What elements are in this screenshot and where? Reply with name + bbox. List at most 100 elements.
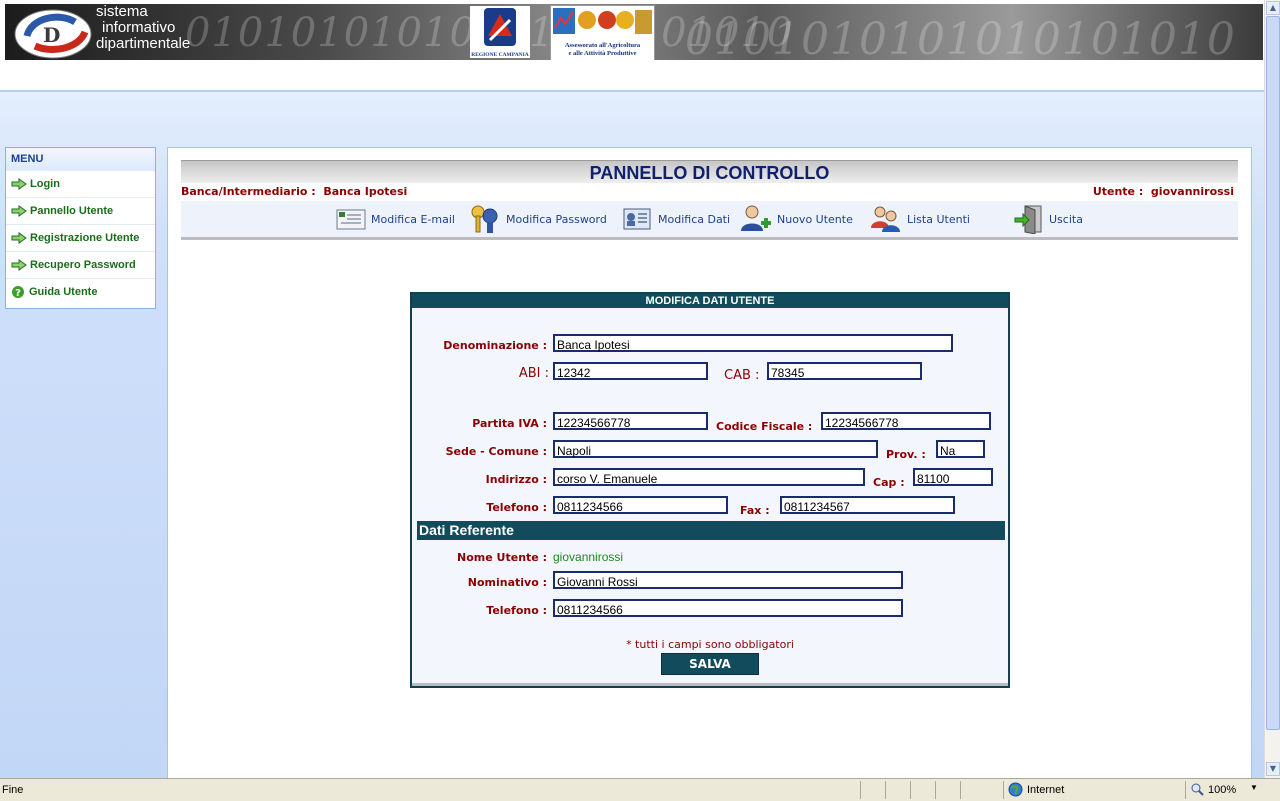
toolbar-modifica-password[interactable]: Modifica Password xyxy=(468,205,607,233)
arrow-right-icon xyxy=(11,259,27,271)
exit-door-icon xyxy=(1014,205,1042,234)
users-icon xyxy=(871,206,900,232)
menu-item-recupero-password[interactable]: Recupero Password xyxy=(6,251,155,278)
denominazione-input[interactable]: Banca Ipotesi xyxy=(553,334,953,352)
toolbar-label: Modifica E-mail xyxy=(371,212,455,226)
arrow-right-icon xyxy=(11,205,27,217)
abi-input[interactable]: 12342 xyxy=(553,362,708,380)
bank-label: Banca/Intermediario : xyxy=(181,185,316,198)
cap-label: Cap : xyxy=(873,476,905,489)
sede-comune-label: Sede - Comune : xyxy=(445,445,547,458)
arrow-right-icon xyxy=(11,178,27,190)
panel-footer-rule xyxy=(412,683,1008,686)
brand-line-3: dipartimentale xyxy=(96,35,191,52)
status-divider xyxy=(910,781,911,799)
status-divider xyxy=(935,781,936,799)
zoom-dropdown-icon[interactable]: ▼ xyxy=(1250,783,1258,792)
svg-text:D: D xyxy=(43,23,60,47)
id-card-icon xyxy=(623,208,651,230)
status-divider xyxy=(960,781,961,799)
scroll-down-icon[interactable]: ▼ xyxy=(1266,762,1280,776)
prov-input[interactable]: Na xyxy=(936,440,985,458)
toolbar-lista-utenti[interactable]: Lista Utenti xyxy=(869,205,970,233)
cab-input[interactable]: 78345 xyxy=(767,362,922,380)
abi-label: ABI : xyxy=(518,366,549,381)
modifica-dati-panel: MODIFICA DATI UTENTE Denominazione : Ban… xyxy=(410,292,1010,688)
partita-iva-label: Partita IVA : xyxy=(472,417,547,430)
sid-logo-icon: D xyxy=(14,9,92,59)
zone-text: Internet xyxy=(1027,784,1065,796)
zoom-level[interactable]: 100% xyxy=(1208,784,1236,796)
header-spacer xyxy=(0,60,1264,90)
telefono-input[interactable]: 0811234566 xyxy=(553,496,728,514)
codice-fiscale-input[interactable]: 12234566778 xyxy=(821,412,991,430)
menu-title: MENU xyxy=(6,148,155,170)
toolbar-uscita[interactable]: Uscita xyxy=(1013,205,1083,234)
toolbar-label: Uscita xyxy=(1049,212,1083,226)
fax-label: Fax : xyxy=(740,504,770,517)
sidebar-menu: MENU Login Pannello Utente Registrazione… xyxy=(5,147,156,309)
status-divider xyxy=(1003,781,1004,799)
info-bar: Banca/Intermediario : Banca Ipotesi Uten… xyxy=(181,184,1238,200)
campania-emblem-icon xyxy=(484,8,516,46)
nome-utente-label: Nome Utente : xyxy=(457,551,547,564)
nominativo-input[interactable]: Giovanni Rossi xyxy=(553,571,903,589)
control-toolbar: Modifica E-mail Modifica Password Modifi… xyxy=(181,201,1238,240)
scrollbar-thumb[interactable] xyxy=(1266,16,1280,730)
codice-fiscale-label: Codice Fiscale : xyxy=(716,420,813,433)
section-dati-referente: Dati Referente xyxy=(417,521,1005,540)
menu-item-guida-utente[interactable]: ? Guida Utente xyxy=(6,278,155,305)
toolbar-modifica-dati[interactable]: Modifica Dati xyxy=(622,205,730,233)
assessorato-emblem-icon xyxy=(553,8,652,34)
toolbar-label: Nuovo Utente xyxy=(777,212,853,226)
region-label: REGIONE CAMPANIA xyxy=(471,52,529,58)
telefono-referente-input[interactable]: 0811234566 xyxy=(553,599,903,617)
sede-comune-input[interactable]: Napoli xyxy=(553,440,878,458)
prov-label: Prov. : xyxy=(886,448,926,461)
partita-iva-input[interactable]: 12234566778 xyxy=(553,412,708,430)
menu-item-label: Pannello Utente xyxy=(30,205,114,217)
fax-input[interactable]: 0811234567 xyxy=(780,496,955,514)
menu-item-login[interactable]: Login xyxy=(6,170,155,197)
status-divider xyxy=(885,781,886,799)
browser-status-bar: Fine Internet 100% ▼ xyxy=(0,778,1280,801)
toolbar-label: Lista Utenti xyxy=(907,212,970,226)
brand-line-2: informativo xyxy=(102,19,176,36)
email-icon xyxy=(336,209,366,230)
indirizzo-input[interactable]: corso V. Emanuele xyxy=(553,468,865,486)
regione-campania-logo: REGIONE CAMPANIA xyxy=(470,6,530,58)
brand-text: sistema informativo dipartimentale xyxy=(96,4,190,52)
menu-item-registrazione-utente[interactable]: Registrazione Utente xyxy=(6,224,155,251)
save-button[interactable]: SALVA xyxy=(661,653,759,675)
help-icon: ? xyxy=(12,286,24,299)
add-user-icon xyxy=(741,205,771,231)
scroll-up-icon[interactable]: ▲ xyxy=(1266,1,1280,15)
status-text: Fine xyxy=(2,784,24,796)
site-header: 01010101010101010101010 0101010101010101… xyxy=(5,4,1263,60)
indirizzo-label: Indirizzo : xyxy=(485,473,547,486)
menu-item-pannello-utente[interactable]: Pannello Utente xyxy=(6,197,155,224)
main-content: PANNELLO DI CONTROLLO Banca/Intermediari… xyxy=(167,147,1252,778)
status-divider xyxy=(860,781,861,799)
bank-info: Banca/Intermediario : Banca Ipotesi xyxy=(181,184,407,200)
required-fields-note: * tutti i campi sono obbligatori xyxy=(626,638,794,651)
toolbar-label: Modifica Dati xyxy=(658,212,731,226)
toolbar-nuovo-utente[interactable]: Nuovo Utente xyxy=(739,205,853,233)
toolbar-modifica-email[interactable]: Modifica E-mail xyxy=(335,205,455,233)
vertical-scrollbar[interactable]: ▲ ▼ xyxy=(1264,0,1280,778)
toolbar-label: Modifica Password xyxy=(506,212,607,226)
zoom-icon xyxy=(1191,783,1204,796)
internet-globe-icon xyxy=(1008,782,1023,797)
page-title: PANNELLO DI CONTROLLO xyxy=(181,160,1238,183)
menu-item-label: Recupero Password xyxy=(30,259,136,271)
brand-line-1: sistema xyxy=(96,4,148,20)
status-divider xyxy=(1185,781,1186,799)
arrow-right-icon xyxy=(11,232,27,244)
telefono-referente-label: Telefono : xyxy=(486,604,547,617)
assessorato-logo: Assessorato all'Agricoltura e alle Attiv… xyxy=(550,5,655,60)
cap-input[interactable]: 81100 xyxy=(913,468,993,486)
bank-value: Banca Ipotesi xyxy=(323,185,408,198)
assessorato-line-1: Assessorato all'Agricoltura xyxy=(564,42,641,49)
cab-label: CAB : xyxy=(724,368,760,383)
nominativo-label: Nominativo : xyxy=(467,576,547,589)
